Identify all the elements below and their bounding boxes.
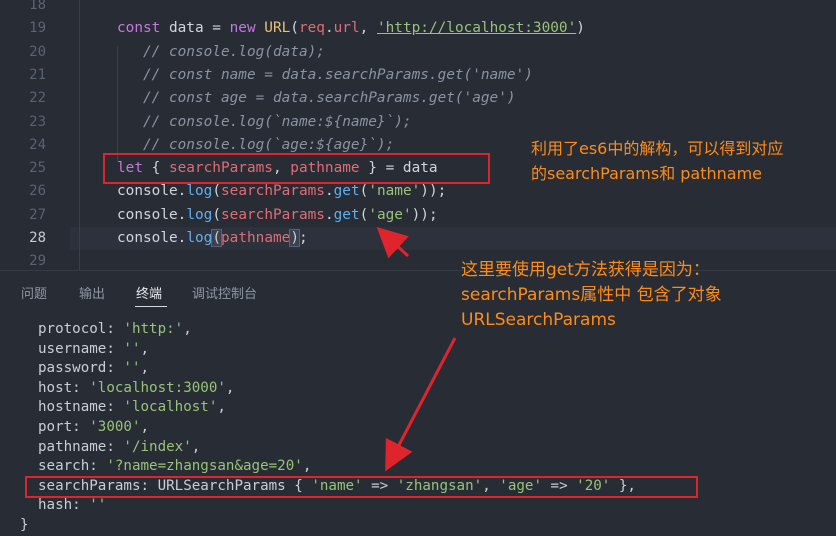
annotation-arrows — [376, 226, 457, 472]
arrow-to-searchparams — [385, 337, 457, 472]
arrow-to-get — [376, 226, 410, 259]
